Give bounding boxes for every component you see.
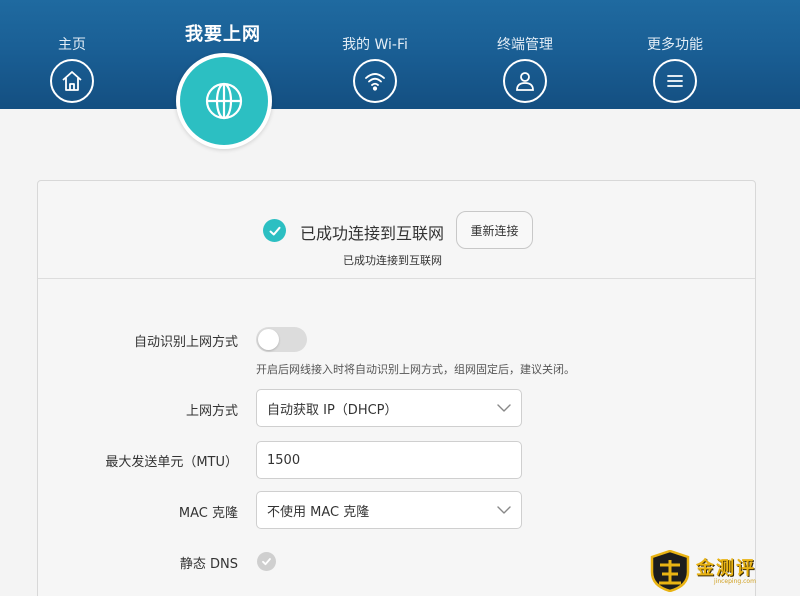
user-icon[interactable] [503, 59, 547, 103]
nav-label-devices: 终端管理 [497, 37, 553, 53]
connection-type-value: 自动获取 IP（DHCP） [267, 402, 398, 418]
internet-settings-card: 已成功连接到互联网 重新连接 已成功连接到互联网 自动识别上网方式 开启后网线接… [37, 180, 756, 596]
connection-type-label: 上网方式 [185, 404, 238, 419]
top-nav-bar: 主页 我要上网 我的 Wi-Fi 终端管理 更多功能 [0, 0, 800, 149]
mtu-value: 1500 [267, 452, 301, 468]
nav-item-internet[interactable] [176, 53, 272, 149]
nav-label-wifi: 我的 Wi-Fi [342, 37, 408, 53]
connection-status-section: 已成功连接到互联网 重新连接 已成功连接到互联网 [38, 181, 755, 279]
nav-label-internet[interactable]: 我要上网 [168, 20, 278, 46]
mtu-label: 最大发送单元（MTU） [105, 455, 238, 470]
reconnect-button[interactable]: 重新连接 [456, 211, 533, 249]
connection-status-subtitle: 已成功连接到互联网 [343, 254, 442, 267]
connection-type-select[interactable]: 自动获取 IP（DHCP） [256, 389, 522, 427]
static-dns-checkbox[interactable] [257, 552, 276, 571]
globe-icon[interactable] [180, 57, 268, 145]
chevron-down-icon [497, 506, 511, 514]
nav-label-more: 更多功能 [647, 37, 703, 53]
auto-detect-hint: 开启后网线接入时将自动识别上网方式，组网固定后，建议关闭。 [256, 363, 575, 376]
watermark: 金测评 jinceping.com [648, 548, 798, 594]
watermark-url: jinceping.com [714, 578, 756, 585]
static-dns-label: 静态 DNS [179, 557, 238, 572]
nav-label-home: 主页 [58, 37, 86, 53]
wifi-icon[interactable] [353, 59, 397, 103]
home-icon[interactable] [50, 59, 94, 103]
shield-logo-icon [650, 550, 690, 592]
watermark-text: 金测评 [696, 558, 756, 579]
mtu-input[interactable]: 1500 [256, 441, 522, 479]
mac-clone-select[interactable]: 不使用 MAC 克隆 [256, 491, 522, 529]
chevron-down-icon [497, 404, 511, 412]
mac-clone-label: MAC 克隆 [178, 506, 238, 521]
auto-detect-label: 自动识别上网方式 [133, 335, 238, 350]
connection-status-text: 已成功连接到互联网 [300, 224, 445, 243]
mac-clone-value: 不使用 MAC 克隆 [267, 504, 370, 520]
toggle-knob [258, 329, 279, 350]
check-icon [263, 219, 286, 242]
menu-icon[interactable] [653, 59, 697, 103]
auto-detect-toggle[interactable] [256, 327, 307, 352]
